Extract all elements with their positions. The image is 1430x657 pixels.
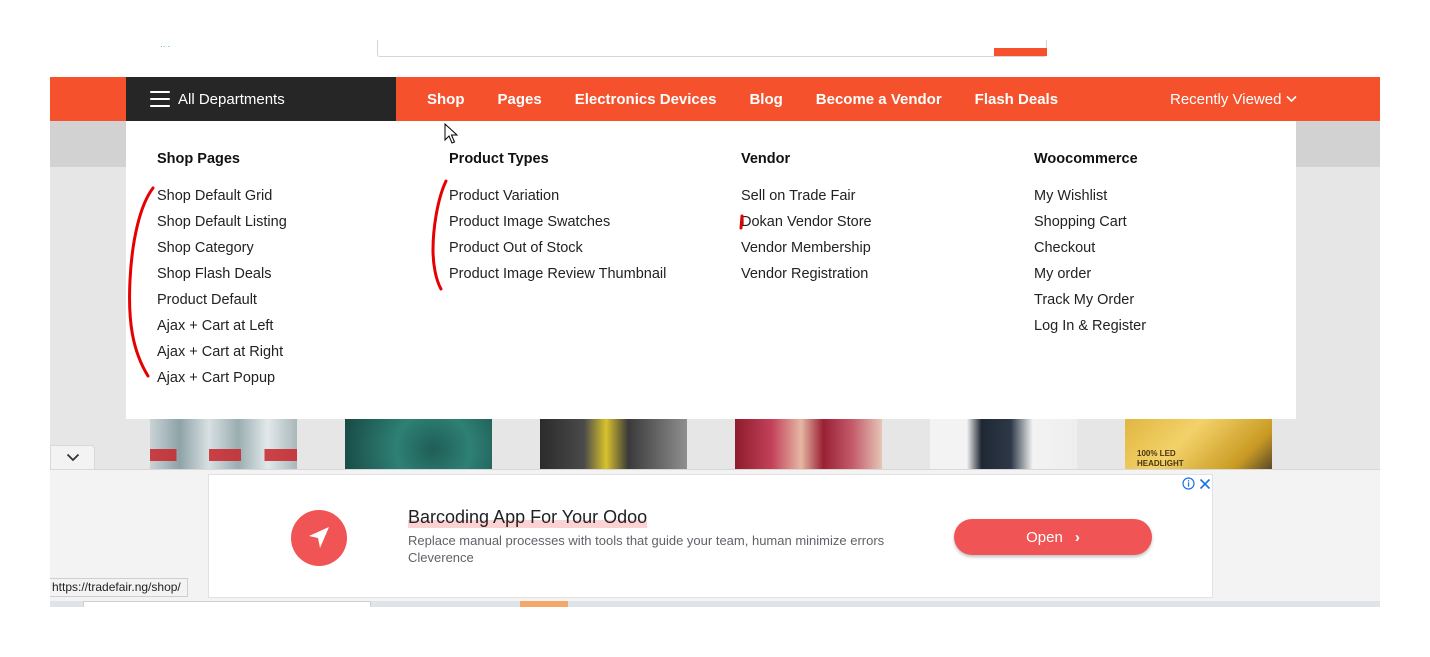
menu-item[interactable]: Dokan Vendor Store xyxy=(741,213,872,239)
menu-item[interactable]: Vendor Membership xyxy=(741,239,872,265)
menu-item[interactable]: Ajax + Cart at Right xyxy=(157,343,287,369)
nav-blog[interactable]: Blog xyxy=(749,91,782,108)
status-bar-url: https://tradefair.ng/shop/ xyxy=(50,578,188,597)
ad-description: Replace manual processes with tools that… xyxy=(408,533,885,548)
product-thumbnail[interactable] xyxy=(540,419,687,469)
menu-item[interactable]: Shop Default Grid xyxy=(157,187,287,213)
collapse-ad-button[interactable] xyxy=(50,445,95,469)
product-thumbnail[interactable] xyxy=(150,419,297,469)
info-icon[interactable] xyxy=(1182,477,1195,490)
ad-open-label: Open xyxy=(1026,528,1063,546)
menu-item[interactable]: Shop Flash Deals xyxy=(157,265,287,291)
recently-viewed-label: Recently Viewed xyxy=(1170,90,1282,108)
menu-item[interactable]: Product Image Swatches xyxy=(449,213,666,239)
product-thumbnail[interactable] xyxy=(930,419,1077,469)
menu-item[interactable]: Product Variation xyxy=(449,187,666,213)
search-input[interactable] xyxy=(377,40,1047,57)
ad-logo-icon xyxy=(291,510,347,566)
all-departments-label: All Departments xyxy=(178,90,285,108)
menu-item[interactable]: Sell on Trade Fair xyxy=(741,187,872,213)
product-thumbnail[interactable] xyxy=(735,419,882,469)
menu-item[interactable]: Shop Category xyxy=(157,239,287,265)
all-departments-button[interactable]: All Departments xyxy=(126,77,396,121)
mouse-cursor-icon xyxy=(444,123,458,144)
recently-viewed-dropdown[interactable]: Recently Viewed xyxy=(1170,77,1298,121)
menu-column-title: Product Types xyxy=(449,151,549,167)
mega-menu: Shop Pages Shop Default Grid Shop Defaul… xyxy=(126,121,1296,419)
chevron-down-icon xyxy=(66,453,79,462)
nav-shop[interactable]: Shop xyxy=(427,91,465,108)
chevron-right-icon: › xyxy=(1074,528,1080,546)
ad-banner[interactable]: Barcoding App For Your Odoo Replace manu… xyxy=(208,474,1213,598)
menu-item[interactable]: Shopping Cart xyxy=(1034,213,1146,239)
product-thumbnail[interactable] xyxy=(345,419,492,469)
nav-links: Shop Pages Electronics Devices Blog Beco… xyxy=(427,77,1091,121)
menu-item[interactable]: Product Image Review Thumbnail xyxy=(449,265,666,291)
menu-item[interactable]: Vendor Registration xyxy=(741,265,872,291)
menu-item[interactable]: Ajax + Cart at Left xyxy=(157,317,287,343)
nav-pages[interactable]: Pages xyxy=(498,91,542,108)
menu-item[interactable]: Log In & Register xyxy=(1034,317,1146,343)
hamburger-icon xyxy=(150,91,170,107)
menu-column-title: Shop Pages xyxy=(157,151,240,167)
ad-open-button[interactable]: Open › xyxy=(954,519,1152,555)
nav-flash-deals[interactable]: Flash Deals xyxy=(975,91,1058,108)
bottom-accent xyxy=(520,601,568,607)
menu-item[interactable]: Product Out of Stock xyxy=(449,239,666,265)
menu-item[interactable]: My order xyxy=(1034,265,1146,291)
browser-page: ·· · All Departments Shop Pages Electron… xyxy=(0,0,1430,657)
menu-item[interactable]: Product Default xyxy=(157,291,287,317)
chevron-down-icon xyxy=(1286,95,1298,103)
menu-item[interactable]: Checkout xyxy=(1034,239,1146,265)
bottom-field xyxy=(83,601,371,607)
menu-item[interactable]: Shop Default Listing xyxy=(157,213,287,239)
nav-electronics-devices[interactable]: Electronics Devices xyxy=(575,91,717,108)
close-icon[interactable] xyxy=(1199,478,1211,490)
search-button[interactable] xyxy=(994,48,1047,56)
menu-item[interactable]: Ajax + Cart Popup xyxy=(157,369,287,395)
menu-item[interactable]: Track My Order xyxy=(1034,291,1146,317)
menu-column-title: Woocommerce xyxy=(1034,151,1138,167)
product-thumbnail[interactable]: 100% LED HEADLIGHT xyxy=(1125,419,1272,469)
thumbnail-text: 100% LED HEADLIGHT xyxy=(1137,449,1184,468)
main-navbar: All Departments Shop Pages Electronics D… xyxy=(50,77,1380,121)
nav-become-vendor[interactable]: Become a Vendor xyxy=(816,91,942,108)
ad-title[interactable]: Barcoding App For Your Odoo xyxy=(408,507,648,528)
menu-item[interactable]: My Wishlist xyxy=(1034,187,1146,213)
menu-column-title: Vendor xyxy=(741,151,791,167)
site-logo-fragment: ·· · xyxy=(160,42,171,51)
ad-advertiser: Cleverence xyxy=(408,550,474,565)
